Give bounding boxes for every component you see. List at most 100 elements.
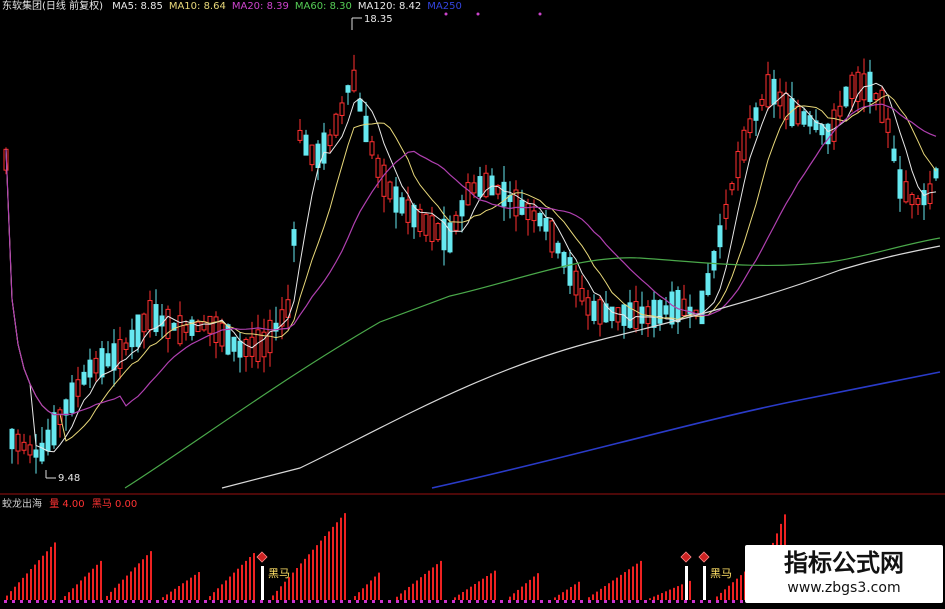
indicator-bar [245, 560, 247, 600]
indicator-name: 蛟龙出海 [2, 499, 42, 510]
watermark-logo: 指标公式网 www.zbgs3.com [745, 545, 943, 603]
baseline-dot [212, 600, 215, 603]
baseline-dot [388, 600, 391, 603]
indicator-bar [677, 586, 679, 600]
candle-body [291, 229, 297, 246]
indicator-bar [76, 584, 78, 600]
baseline-dot [100, 600, 103, 603]
candle-body [9, 428, 15, 450]
signal-label: 黑马 [268, 567, 290, 580]
indicator-bar [174, 588, 176, 600]
baseline-dot [684, 600, 687, 603]
indicator-bar [316, 545, 318, 600]
indicator-bar [604, 586, 606, 600]
baseline-dot [268, 600, 271, 603]
indicator-bar [396, 596, 398, 600]
candle-body [351, 69, 357, 92]
candle-body [105, 353, 111, 367]
candle-body [471, 182, 477, 194]
baseline-dot [292, 600, 295, 603]
indicator-bar [134, 567, 136, 600]
indicator-bar [221, 584, 223, 600]
candle-body [717, 225, 723, 248]
baseline-dot [108, 600, 111, 603]
candle-body [609, 306, 615, 322]
indicator-bar [592, 594, 594, 600]
candle-body [483, 172, 489, 198]
indicator-bar [681, 584, 683, 600]
baseline-dot [564, 600, 567, 603]
baseline-dot [300, 600, 303, 603]
indicator-bar [653, 596, 655, 600]
indicator-bar [114, 587, 116, 600]
candle-body [51, 412, 57, 446]
indicator-bar [276, 590, 278, 600]
max-price-label: 18.35 [364, 14, 393, 25]
candle-body [309, 144, 315, 166]
candle-body [45, 429, 51, 452]
indicator-bar [225, 580, 227, 600]
baseline-dot [204, 600, 207, 603]
baseline-dot [180, 600, 183, 603]
indicator-bar [146, 555, 148, 600]
baseline-dot [420, 600, 423, 603]
indicator-bar [588, 597, 590, 600]
candle-body [615, 307, 621, 323]
indicator-bar [241, 564, 243, 600]
candle-body [435, 223, 441, 241]
candle-body [765, 74, 771, 108]
indicator-bar [408, 586, 410, 600]
indicator-bar [130, 571, 132, 600]
baseline-dot [188, 600, 191, 603]
indicator-label: MA60: 8.30 [294, 1, 352, 12]
baseline-dot [740, 600, 743, 603]
candle-body [879, 89, 885, 123]
indicator-bar [494, 570, 496, 600]
baseline-dot [556, 600, 559, 603]
candle-body [183, 324, 189, 333]
baseline-dot [604, 600, 607, 603]
indicator-bar [428, 570, 430, 600]
indicator-bar [344, 513, 346, 600]
baseline-dot [260, 600, 263, 603]
candle-body [231, 336, 237, 352]
indicator-bar [304, 558, 306, 600]
baseline-dot [724, 600, 727, 603]
indicator-bar [716, 596, 718, 600]
indicator-bar [46, 551, 48, 600]
candle-body [33, 449, 39, 458]
indicator-bar [284, 581, 286, 600]
baseline-dot [652, 600, 655, 603]
signal-diamond-icon [256, 551, 268, 563]
indicator-bar [728, 585, 730, 600]
indicator-bar [233, 572, 235, 600]
candle-body [795, 105, 801, 125]
baseline-dot [236, 600, 239, 603]
candle-body [27, 444, 33, 456]
candle-body [663, 305, 669, 315]
indicator-bar [88, 572, 90, 600]
indicator-value-1: 量 4.00 [49, 499, 85, 510]
indicator-bar [68, 592, 70, 600]
indicator-bar [138, 563, 140, 600]
indicator-bar [354, 596, 356, 600]
baseline-dot [372, 600, 375, 603]
baseline-dot [92, 600, 95, 603]
indicator-bar [38, 560, 40, 600]
indicator-bar [466, 589, 468, 600]
indicator-bar [288, 577, 290, 600]
candle-body [555, 242, 561, 254]
candle-body [147, 300, 153, 331]
baseline-dot [412, 600, 415, 603]
baseline-dot [380, 600, 383, 603]
indicator-bar [689, 580, 691, 600]
candle-body [195, 321, 201, 333]
indicator-bar [72, 588, 74, 600]
indicator-bar [596, 591, 598, 600]
indicator-bar [96, 564, 98, 600]
indicator-bar [482, 578, 484, 600]
indicator-bar [92, 568, 94, 600]
candle-body [75, 379, 81, 397]
indicator-bar [558, 594, 560, 600]
baseline-dot [428, 600, 431, 603]
